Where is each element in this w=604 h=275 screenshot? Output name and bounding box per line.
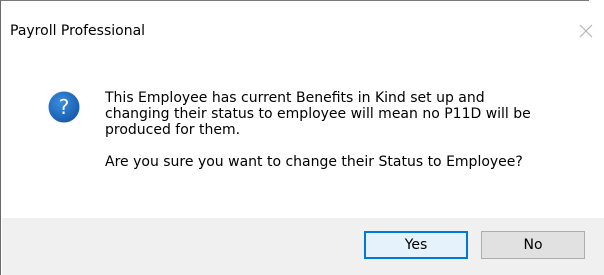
message-line: changing their status to employee will m… [105, 106, 531, 122]
message-spacer [105, 138, 575, 154]
message-dialog: Payroll Professional ? This Employee has… [0, 0, 604, 275]
message-line: This Employee has current Benefits in Ki… [105, 90, 485, 106]
dialog-title: Payroll Professional [10, 23, 146, 39]
svg-text:?: ? [59, 95, 70, 119]
close-icon[interactable] [575, 20, 597, 42]
dialog-message: This Employee has current Benefits in Ki… [105, 90, 575, 170]
window-top-border [1, 0, 589, 1]
message-line: produced for them. [105, 122, 241, 138]
question-icon: ? [48, 91, 80, 123]
no-button[interactable]: No [481, 231, 585, 259]
yes-button[interactable]: Yes [364, 231, 468, 259]
confirmation-question: Are you sure you want to change their St… [105, 154, 523, 170]
